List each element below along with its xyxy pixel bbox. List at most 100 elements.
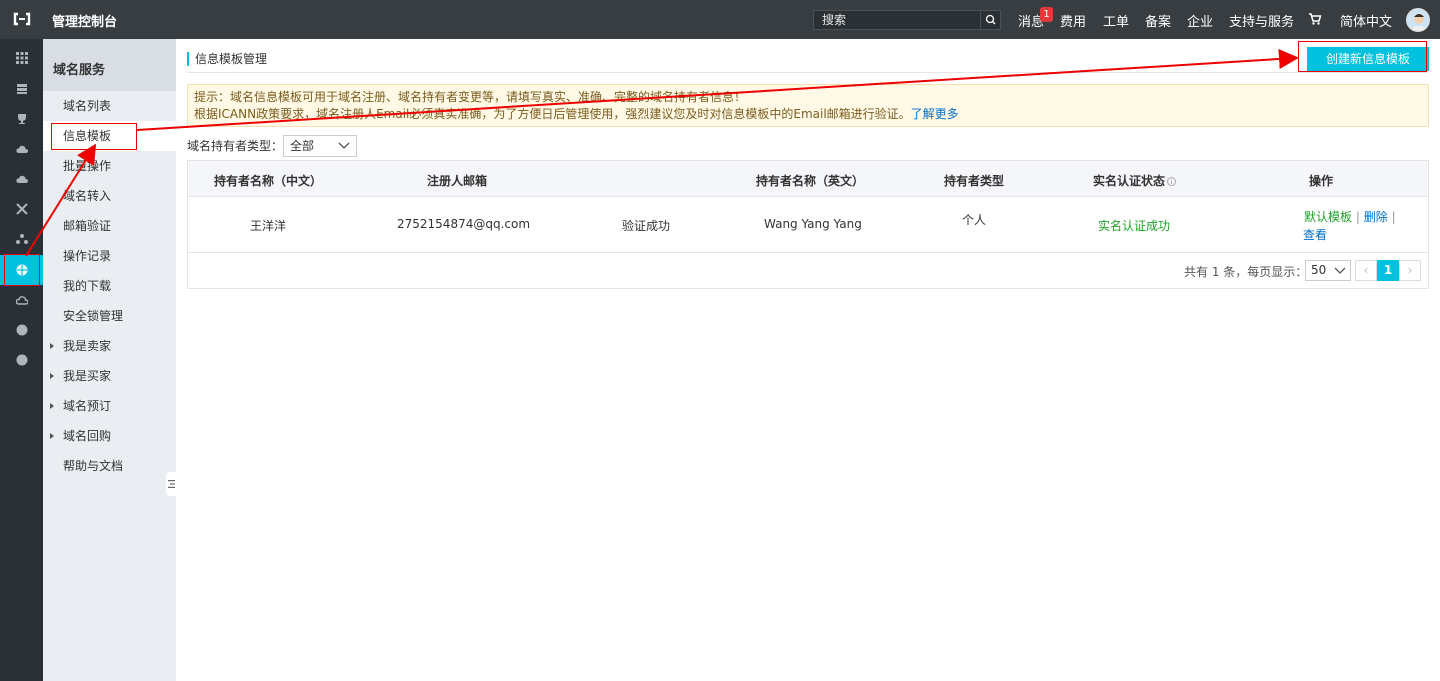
grid-icon <box>16 52 28 64</box>
circle-icon <box>16 354 28 366</box>
sidebar-item-security-lock[interactable]: 安全锁管理 <box>43 301 176 331</box>
network-icon <box>16 234 28 244</box>
annotation-box-sidebar <box>51 123 137 150</box>
sidebar-item-domain-list[interactable]: 域名列表 <box>43 91 176 121</box>
nav-enterprise[interactable]: 企业 <box>1187 11 1213 30</box>
sidebar-item-buyer[interactable]: 我是买家 <box>43 361 176 391</box>
page-1-button[interactable]: 1 <box>1377 260 1399 281</box>
prev-page-button[interactable]: ‹ <box>1355 260 1377 281</box>
col-realname-status-label: 实名认证状态 <box>1093 174 1166 188</box>
nav-billing[interactable]: 费用 <box>1060 11 1086 30</box>
rail-item-tools[interactable] <box>0 194 43 224</box>
template-table: 持有者名称（中文） 注册人邮箱 持有者名称（英文） 持有者类型 实名认证状态 操… <box>187 160 1429 289</box>
col-realname-status: 实名认证状态 <box>1093 172 1177 189</box>
rail-item-extra-1[interactable] <box>0 315 43 345</box>
col-holder-type: 持有者类型 <box>944 174 1005 188</box>
divider <box>188 252 1428 253</box>
rail-item-extra-2[interactable] <box>0 345 43 375</box>
sidebar-item-downloads[interactable]: 我的下载 <box>43 271 176 301</box>
rail-item-all-products[interactable] <box>0 43 43 73</box>
console-title[interactable]: 管理控制台 <box>52 11 117 30</box>
nav-filing[interactable]: 备案 <box>1145 11 1171 30</box>
cell-name-cn: 王洋洋 <box>250 219 287 233</box>
sidebar-item-buyback[interactable]: 域名回购 <box>43 421 176 451</box>
col-actions: 操作 <box>1309 174 1334 188</box>
caret-right-icon <box>50 433 54 439</box>
learn-more-link[interactable]: 了解更多 <box>911 107 959 121</box>
pager-summary: 共有 1 条，每页显示： <box>1184 265 1308 279</box>
tools-icon <box>16 203 28 215</box>
nav-tickets[interactable]: 工单 <box>1103 11 1129 30</box>
rail-item-server[interactable] <box>0 74 43 104</box>
chevron-down-icon <box>1334 267 1346 274</box>
circle-icon <box>16 324 28 336</box>
chevron-down-icon <box>338 142 350 149</box>
divider <box>187 72 1428 73</box>
search-input[interactable] <box>814 11 980 29</box>
set-default-template-link[interactable]: 默认模板 <box>1304 210 1352 224</box>
cell-holder-type: 个人 <box>962 213 987 227</box>
main-content: 信息模板管理 创建新信息模板 提示：域名信息模板可用于域名注册、域名持有者变更等… <box>176 39 1440 681</box>
aliyun-logo-icon[interactable] <box>12 10 32 28</box>
sidebar-item-label: 我是买家 <box>63 369 112 383</box>
caret-right-icon <box>50 403 54 409</box>
notice-line-1: 提示：域名信息模板可用于域名注册、域名持有者变更等，请填写真实、准确、完整的域名… <box>194 90 747 104</box>
rail-item-cloud-settings[interactable] <box>0 285 43 315</box>
sidebar-item-label: 域名预订 <box>63 399 112 413</box>
cell-email-status: 验证成功 <box>622 219 671 233</box>
notice-line-2-text: 根据ICANN政策要求，域名注册人Email必须真实准确，为了方便日后管理使用，… <box>194 107 911 121</box>
rail-item-cloud[interactable] <box>0 134 43 164</box>
caret-right-icon <box>50 373 54 379</box>
sidebar-item-help[interactable]: 帮助与文档 <box>43 451 176 481</box>
sidebar-item-email-verify[interactable]: 邮箱验证 <box>43 211 176 241</box>
col-holder-name-en: 持有者名称（英文） <box>756 174 865 188</box>
sidebar-item-transfer-in[interactable]: 域名转入 <box>43 181 176 211</box>
rail-item-network[interactable] <box>0 224 43 254</box>
cart-icon[interactable] <box>1308 12 1322 26</box>
search-icon[interactable] <box>980 11 1000 29</box>
holder-type-filter: 域名持有者类型： 全部 <box>187 135 357 157</box>
user-avatar[interactable] <box>1406 8 1430 32</box>
search-box[interactable] <box>813 10 1001 30</box>
sidebar-item-label: 域名回购 <box>63 429 112 443</box>
cloud-upload-icon <box>16 175 28 183</box>
annotation-box-rail <box>4 254 40 286</box>
col-holder-name-cn: 持有者名称（中文） <box>214 174 323 188</box>
annotation-box-create <box>1298 41 1427 72</box>
caret-right-icon <box>50 343 54 349</box>
rail-item-trophy[interactable] <box>0 104 43 134</box>
info-icon[interactable] <box>1167 177 1177 186</box>
sidebar-item-seller[interactable]: 我是卖家 <box>43 331 176 361</box>
cloud-settings-icon <box>16 296 28 305</box>
delete-link[interactable]: 删除 <box>1364 210 1388 224</box>
sidebar-item-batch[interactable]: 批量操作 <box>43 151 176 181</box>
collapse-icon <box>168 480 175 488</box>
sidebar-collapse-toggle[interactable] <box>166 472 176 496</box>
sidebar-item-label: 我是卖家 <box>63 339 112 353</box>
top-bar: 管理控制台 消息 1 费用 工单 备案 企业 支持与服务 简体中文 <box>0 0 1440 39</box>
col-registrant-email: 注册人邮箱 <box>427 174 488 188</box>
next-page-button[interactable]: › <box>1399 260 1421 281</box>
page-title: 信息模板管理 <box>187 52 267 66</box>
page-size-select[interactable]: 50 <box>1305 260 1351 281</box>
nav-support[interactable]: 支持与服务 <box>1229 11 1294 30</box>
icon-rail <box>0 39 43 681</box>
messages-badge: 1 <box>1040 7 1053 22</box>
sidebar-item-operation-log[interactable]: 操作记录 <box>43 241 176 271</box>
notice-box: 提示：域名信息模板可用于域名注册、域名持有者变更等，请填写真实、准确、完整的域名… <box>187 84 1429 127</box>
holder-type-select[interactable]: 全部 <box>283 135 357 157</box>
notice-line-2: 根据ICANN政策要求，域名注册人Email必须真实准确，为了方便日后管理使用，… <box>194 106 1422 123</box>
cell-name-en: Wang Yang Yang <box>764 217 862 231</box>
server-icon <box>17 84 27 94</box>
language-switch[interactable]: 简体中文 <box>1340 11 1392 30</box>
cell-email: 2752154874@qq.com <box>397 217 531 231</box>
cloud-icon <box>16 145 28 153</box>
holder-type-value: 全部 <box>290 139 315 153</box>
trophy-icon <box>18 114 26 124</box>
cell-actions: 默认模板 | 删除 | <box>1304 210 1396 224</box>
filter-label: 域名持有者类型： <box>187 139 284 153</box>
view-link[interactable]: 查看 <box>1303 226 1327 243</box>
sidebar-item-reserve[interactable]: 域名预订 <box>43 391 176 421</box>
table-header: 持有者名称（中文） 注册人邮箱 持有者名称（英文） 持有者类型 实名认证状态 操… <box>188 161 1428 197</box>
rail-item-cloud-upload[interactable] <box>0 164 43 194</box>
